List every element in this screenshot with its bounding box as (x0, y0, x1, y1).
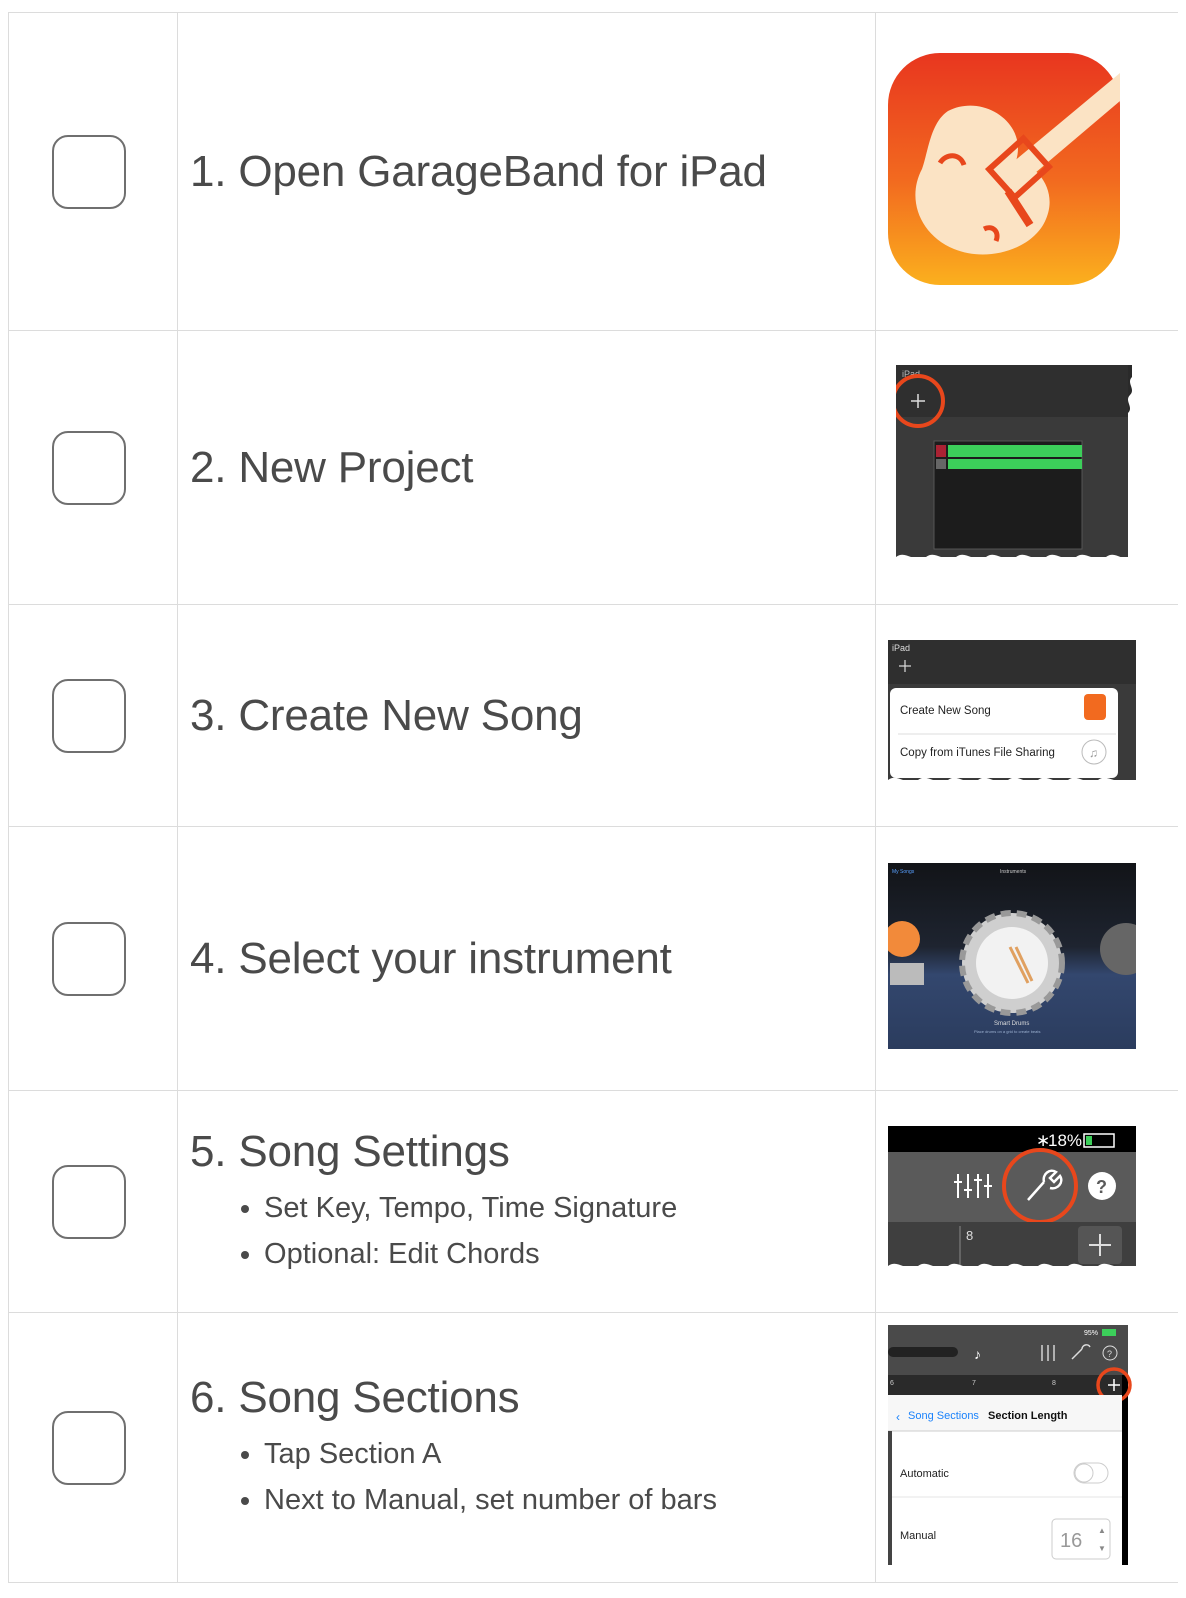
music-note-icon-2: ♪ (974, 1346, 981, 1362)
svg-text:▲: ▲ (1098, 1526, 1106, 1535)
manual-bars-value: 16 (1060, 1530, 1082, 1552)
instruments-title: Instruments (1000, 869, 1027, 875)
step-5-checkbox[interactable] (52, 1164, 126, 1239)
battery-percent: 18% (1048, 1131, 1082, 1150)
step-6-bullets: Tap Section A Next to Manual, set number… (178, 1431, 875, 1523)
step-5-bullets: Set Key, Tempo, Time Signature Optional:… (178, 1185, 875, 1277)
ruler-label-7: 7 (972, 1380, 976, 1387)
step-5-bullet-1: Set Key, Tempo, Time Signature (264, 1185, 875, 1231)
smart-drums-label: Smart Drums (994, 1021, 1029, 1027)
step-row-5: 5. Song Settings Set Key, Tempo, Time Si… (7, 1090, 1178, 1313)
song-sections-screenshot: 95% ♪ ? 6 7 8 ‹ Song Sections Section Le… (888, 1325, 1178, 1570)
step-1-title: 1. Open GarageBand for iPad (190, 146, 767, 196)
menu-create-new-song: Create New Song (900, 705, 991, 717)
step-row-6: 6. Song Sections Tap Section A Next to M… (7, 1312, 1178, 1583)
step-2-title: 2. New Project (190, 442, 474, 492)
section-length-title: Section Length (988, 1410, 1068, 1422)
back-my-songs: My Songs (892, 869, 915, 875)
garageband-app-icon (888, 53, 1178, 290)
automatic-label: Automatic (900, 1468, 949, 1480)
step-4-checkbox[interactable] (52, 921, 126, 996)
help-icon-2: ? (1107, 1349, 1112, 1359)
step-3-checkbox[interactable] (52, 678, 126, 753)
step-5-bullet-2: Optional: Edit Chords (264, 1231, 875, 1277)
help-icon: ? (1096, 1177, 1107, 1197)
step-3-title: 3. Create New Song (190, 690, 583, 740)
step-row-3: 3. Create New Song iPad Create New Song … (7, 604, 1178, 827)
battery-percent-2: 95% (1084, 1330, 1098, 1337)
step-row-1: 1. Open GarageBand for iPad (7, 12, 1178, 331)
ruler-label-8: 8 (1052, 1380, 1056, 1387)
step-6-bullet-1: Tap Section A (264, 1431, 875, 1477)
step-6-bullet-2: Next to Manual, set number of bars (264, 1477, 875, 1523)
smart-drums-desc: Place drums on a grid to create beats (974, 1029, 1040, 1034)
music-note-icon: ♫ (1089, 746, 1098, 760)
back-song-sections: Song Sections (908, 1410, 979, 1422)
ruler-bar-label: 8 (966, 1228, 973, 1243)
status-ipad-text: iPad (892, 643, 910, 653)
new-project-screenshot: iPad (891, 365, 1178, 570)
song-settings-screenshot: ∗ 18% ? 8 (888, 1126, 1178, 1277)
menu-copy-itunes: Copy from iTunes File Sharing (900, 747, 1055, 759)
instrument-select-screenshot: My Songs Instruments Smart Drums Place d… (884, 863, 1178, 1054)
step-4-title: 4. Select your instrument (190, 933, 672, 983)
step-5-title: 5. Song Settings (190, 1126, 510, 1176)
step-1-checkbox[interactable] (52, 134, 126, 209)
step-row-4: 4. Select your instrument My Songs Instr (7, 826, 1178, 1091)
step-6-checkbox[interactable] (52, 1410, 126, 1485)
svg-text:▼: ▼ (1098, 1544, 1106, 1553)
back-chevron-icon: ‹ (896, 1410, 900, 1424)
step-2-checkbox[interactable] (52, 430, 126, 505)
step-6-title: 6. Song Sections (190, 1372, 520, 1422)
create-song-screenshot: iPad Create New Song Copy from iTunes Fi… (888, 640, 1178, 791)
ruler-label-6: 6 (890, 1380, 894, 1387)
step-row-2: 2. New Project iPad (7, 330, 1178, 605)
manual-label: Manual (900, 1530, 936, 1542)
checklist-table: 1. Open GarageBand for iPad 2. New Proje… (7, 12, 1178, 1583)
